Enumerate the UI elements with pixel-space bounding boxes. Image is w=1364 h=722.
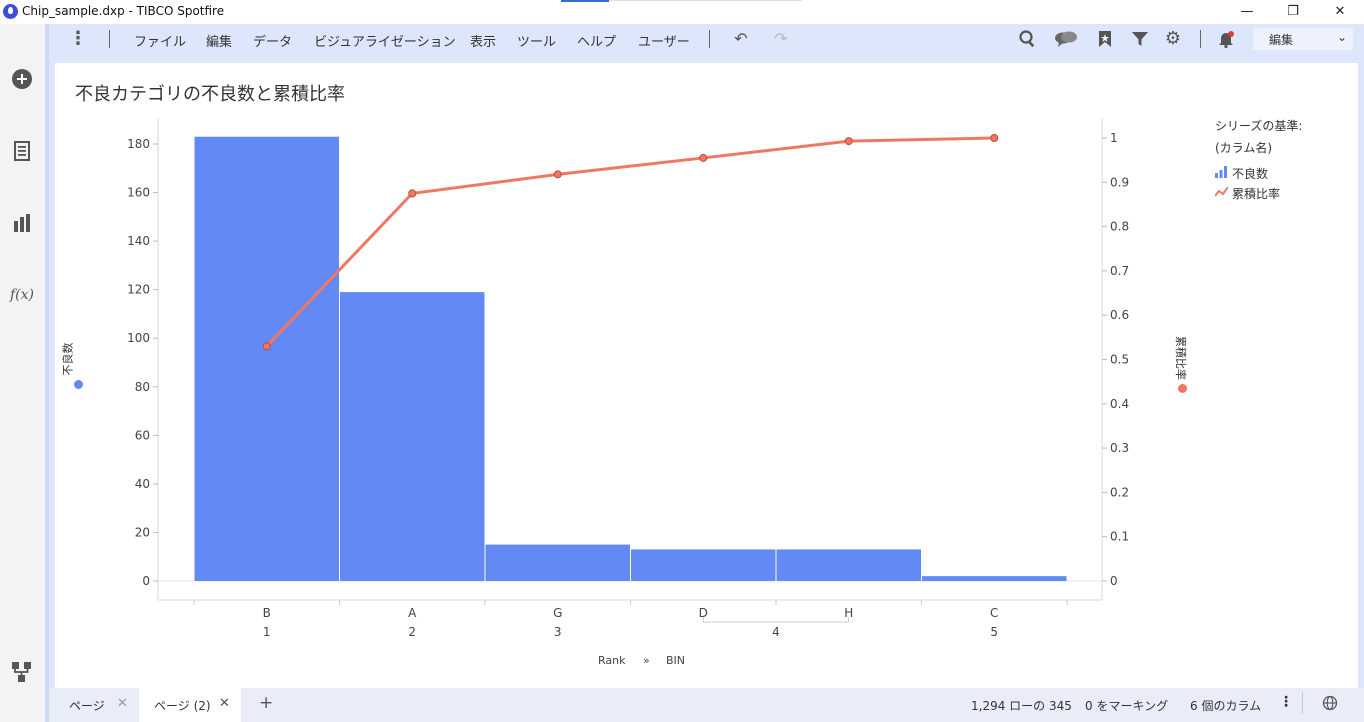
y-tick-label: 140 <box>127 234 150 248</box>
x-rank-label: 5 <box>990 625 998 639</box>
bar-chart-icon <box>1215 166 1227 178</box>
x-category-label: B <box>263 606 271 620</box>
cumulative-point-C <box>990 134 999 142</box>
left-axis-label: 不良数 <box>61 342 75 376</box>
right-axis-color-dot <box>1178 384 1187 393</box>
x-category-label: H <box>844 606 853 620</box>
x-hierarchy-separator: » <box>643 654 650 667</box>
status-more-icon[interactable]: ⋮ <box>1279 694 1293 710</box>
bar-B <box>194 136 339 581</box>
y2-tick-label: 0.3 <box>1110 441 1129 455</box>
y2-tick-label: 0.8 <box>1110 220 1129 234</box>
y2-tick-label: 0.5 <box>1110 353 1129 367</box>
bar-G <box>485 544 630 581</box>
x-rank-label: 2 <box>408 625 416 639</box>
y-tick-label: 100 <box>127 331 150 345</box>
y-tick-label: 120 <box>127 283 150 297</box>
x-rank-label: 4 <box>772 625 780 639</box>
right-axis-label: 累積比率 <box>1174 336 1187 380</box>
status-row-count: 1,294 ローの 345 <box>971 699 1072 713</box>
status-columns: 6 個のカラム <box>1190 699 1262 713</box>
x-hierarchy-rank[interactable]: Rank <box>598 654 625 667</box>
y2-tick-label: 0.9 <box>1110 175 1129 189</box>
x-category-label: C <box>990 606 998 620</box>
x-rank-label: 1 <box>263 625 271 639</box>
rank-group-bracket <box>702 617 850 623</box>
page-tab-label: ページ <box>69 699 105 713</box>
right-axis-title[interactable]: 累積比率 <box>1174 334 1191 396</box>
y-tick-label: 20 <box>135 525 150 539</box>
x-category-label: G <box>553 606 562 620</box>
pareto-chart[interactable]: 0 20 40 60 80 100 120 140 160 180 0 0.1 0.2 0.3 0.4 0.5… <box>0 0 1364 722</box>
legend-item-label: 不良数 <box>1232 167 1269 181</box>
y-tick-label: 80 <box>135 380 150 394</box>
y2-tick-label: 0.6 <box>1110 308 1129 322</box>
cumulative-point-A <box>408 189 417 198</box>
status-separator <box>1302 692 1303 714</box>
add-page-icon[interactable]: + <box>259 693 273 713</box>
cumulative-point-G <box>553 170 562 179</box>
y2-tick-label: 0.1 <box>1110 530 1129 544</box>
page-tab-label: ページ (2) <box>154 699 211 713</box>
y2-tick-label: 0.4 <box>1110 397 1129 411</box>
legend-subtitle: (カラム名) <box>1215 141 1273 155</box>
cumulative-point-H <box>844 137 853 146</box>
y-tick-label: 60 <box>135 428 150 442</box>
status-marked: 0 をマーキング <box>1085 699 1169 713</box>
y-tick-label: 40 <box>135 477 150 491</box>
close-tab-icon[interactable]: ✕ <box>117 696 128 711</box>
globe-icon[interactable] <box>1322 695 1338 714</box>
bar-C <box>922 576 1067 581</box>
y2-tick-label: 0.2 <box>1110 485 1129 499</box>
x-hierarchy-bin[interactable]: BIN <box>666 654 685 667</box>
cumulative-point-D <box>699 153 708 162</box>
y-tick-label: 0 <box>142 574 150 588</box>
page-tab[interactable]: ページ ✕ <box>55 688 139 722</box>
page-tab-active[interactable]: ページ (2) ✕ <box>139 688 241 722</box>
left-axis-color-dot <box>74 380 83 389</box>
close-tab-icon[interactable]: ✕ <box>219 696 230 711</box>
bar-D <box>631 549 776 581</box>
x-category-label: A <box>408 606 417 620</box>
legend-title: シリーズの基準: <box>1215 119 1303 133</box>
line-chart-icon <box>1215 186 1228 197</box>
y2-tick-label: 0 <box>1110 574 1118 588</box>
bar-H <box>776 549 921 581</box>
y2-tick-label: 0.7 <box>1110 264 1129 278</box>
bar-A <box>340 292 485 581</box>
legend-item-label: 累積比率 <box>1232 187 1281 201</box>
y2-tick-label: 1 <box>1110 131 1118 145</box>
x-rank-label: 3 <box>554 625 562 639</box>
bar-series <box>194 136 1067 581</box>
y-tick-label: 160 <box>127 186 150 200</box>
x-category-label: D <box>699 606 708 620</box>
cumulative-point-B <box>262 342 271 351</box>
left-axis-title[interactable]: 不良数 <box>62 336 87 392</box>
y-tick-label: 180 <box>127 137 150 151</box>
